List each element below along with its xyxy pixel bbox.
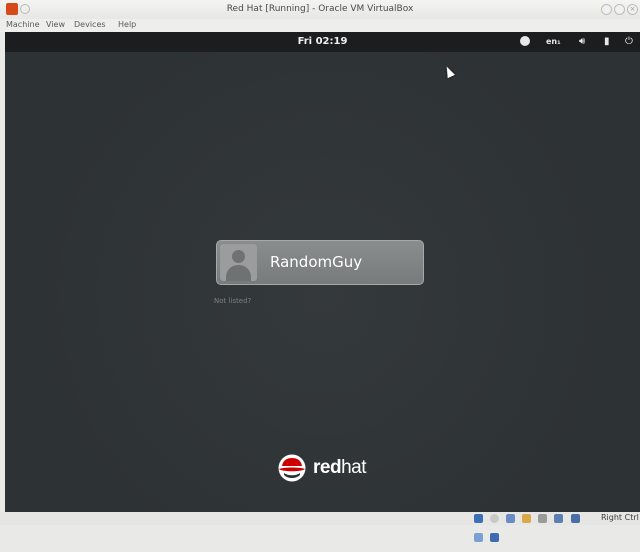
guest-display[interactable]: Fri 02:19 en₁ 🔊︎ ▮ ⏻ RandomGuy Not liste… bbox=[5, 32, 640, 512]
usb-icon[interactable] bbox=[506, 514, 516, 523]
close-button[interactable]: × bbox=[627, 4, 638, 15]
host-key-icon bbox=[490, 533, 500, 542]
optical-drive-icon[interactable] bbox=[490, 514, 500, 523]
avatar-head bbox=[232, 250, 245, 263]
volume-icon[interactable]: 🔊︎ bbox=[579, 36, 585, 47]
guest-topbar: Fri 02:19 en₁ 🔊︎ ▮ ⏻ bbox=[5, 32, 640, 52]
device-icons bbox=[474, 514, 584, 542]
keyboard-layout-indicator[interactable]: en₁ bbox=[546, 37, 561, 46]
hard-disk-icon[interactable] bbox=[474, 514, 483, 523]
window-titlebar[interactable]: Red Hat [Running] - Oracle VM VirtualBox… bbox=[0, 0, 640, 20]
user-login-button[interactable]: RandomGuy bbox=[216, 240, 424, 285]
mouse-integration-icon[interactable] bbox=[474, 533, 483, 542]
shared-folders-icon[interactable] bbox=[522, 514, 532, 523]
avatar-body bbox=[226, 265, 251, 281]
redhat-wordmark-bold: red bbox=[313, 457, 342, 478]
battery-icon[interactable]: ▮ bbox=[604, 36, 610, 47]
network-icon[interactable] bbox=[554, 514, 564, 523]
power-icon[interactable]: ⏻ bbox=[625, 36, 633, 47]
mouse-cursor-icon bbox=[443, 64, 455, 79]
menu-view[interactable]: View bbox=[46, 20, 65, 29]
menu-machine[interactable]: Machine bbox=[6, 20, 40, 29]
video-capture-icon[interactable] bbox=[570, 514, 580, 523]
not-listed-link[interactable]: Not listed? bbox=[214, 297, 251, 305]
clock[interactable]: Fri 02:19 bbox=[5, 36, 640, 47]
avatar bbox=[220, 244, 257, 281]
maximize-button[interactable] bbox=[614, 4, 625, 15]
accessibility-icon[interactable] bbox=[520, 36, 530, 46]
user-name: RandomGuy bbox=[270, 253, 363, 271]
redhat-logo-icon bbox=[278, 454, 306, 482]
display-icon[interactable] bbox=[538, 514, 548, 523]
menu-devices[interactable]: Devices bbox=[74, 20, 106, 29]
menu-help[interactable]: Help bbox=[118, 20, 136, 29]
statusbar: Right Ctrl bbox=[0, 512, 640, 542]
minimize-button[interactable] bbox=[601, 4, 612, 15]
redhat-wordmark-light: hat bbox=[341, 457, 366, 478]
window-title: Red Hat [Running] - Oracle VM VirtualBox bbox=[226, 4, 414, 14]
menubar: Machine View Devices Help bbox=[0, 19, 640, 32]
redhat-wordmark: redhat bbox=[313, 457, 366, 479]
host-key-label: Right Ctrl bbox=[601, 513, 639, 522]
